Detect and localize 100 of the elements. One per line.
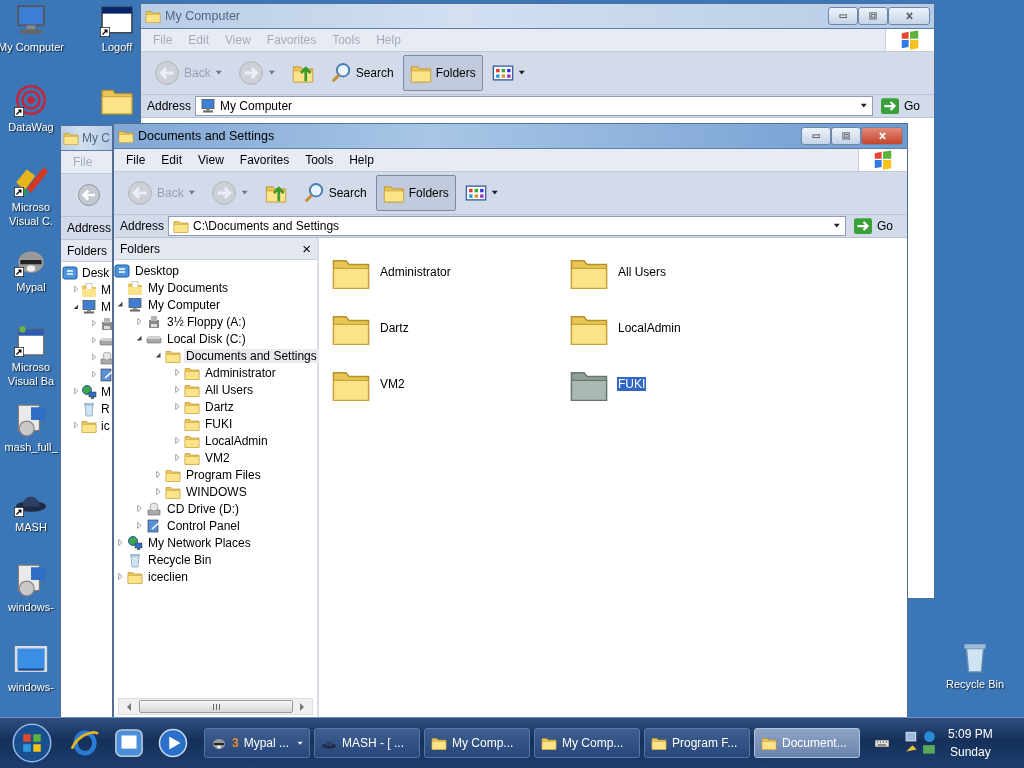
icon-label[interactable]: DataWag	[8, 120, 54, 134]
expand-arrow-icon[interactable]	[175, 403, 180, 410]
computer-icon	[200, 98, 217, 114]
tree-item[interactable]: M	[99, 384, 112, 399]
tree-item[interactable]: Dartz	[203, 399, 236, 414]
folder-label[interactable]: Dartz	[379, 321, 410, 335]
tree-item[interactable]: 3½ Floppy (A:)	[165, 314, 248, 329]
expand-arrow-icon[interactable]	[137, 318, 142, 325]
folder-label[interactable]: All Users	[617, 265, 667, 279]
expand-arrow-icon[interactable]	[156, 488, 161, 495]
tree-item[interactable]: Documents and Settings	[184, 348, 319, 363]
horizontal-scrollbar[interactable]	[118, 698, 313, 715]
icon-label[interactable]: Mypal	[16, 280, 46, 294]
expand-arrow-icon[interactable]	[137, 522, 142, 529]
taskbar-button[interactable]: My Comp...	[424, 728, 530, 758]
folder-label[interactable]: FUKI	[617, 377, 647, 391]
tree-item[interactable]: FUKI	[203, 416, 235, 431]
tree-item[interactable]: Local Disk (C:)	[165, 331, 248, 346]
tree-item[interactable]: Desktop	[133, 263, 182, 278]
expand-arrow-icon[interactable]	[73, 422, 79, 429]
clock-day[interactable]: Sunday	[950, 745, 991, 759]
collapse-arrow-icon[interactable]	[117, 301, 124, 308]
expand-arrow-icon[interactable]	[73, 286, 79, 293]
folders-button[interactable]: Folders	[375, 175, 456, 211]
tree-item[interactable]: M	[99, 299, 112, 314]
address-field[interactable]: My Computer	[195, 96, 873, 116]
expand-arrow-icon[interactable]	[91, 354, 97, 361]
maximize-button[interactable]	[831, 127, 861, 145]
folder-label[interactable]: VM2	[379, 377, 406, 391]
target-icon[interactable]	[14, 83, 48, 117]
expand-arrow-icon[interactable]	[91, 371, 97, 378]
scroll-thumb[interactable]	[139, 700, 293, 713]
expand-arrow-icon[interactable]	[91, 337, 97, 344]
expand-arrow-icon[interactable]	[175, 386, 180, 393]
tree-item[interactable]: My Network Places	[146, 535, 253, 550]
expand-arrow-icon[interactable]	[175, 437, 180, 444]
tree-item[interactable]: Control Panel	[165, 518, 242, 533]
close-button[interactable]: ×	[296, 241, 317, 256]
search-button[interactable]: Search	[322, 55, 401, 91]
go-button[interactable]: Go	[850, 217, 907, 235]
icon-label[interactable]: Recycle Bin	[945, 677, 1005, 691]
expand-arrow-icon[interactable]	[175, 369, 180, 376]
minimize-button[interactable]	[801, 127, 831, 145]
expand-arrow-icon[interactable]	[118, 539, 123, 546]
collapse-arrow-icon[interactable]	[155, 352, 162, 359]
menu-item[interactable]: Edit	[153, 153, 191, 167]
expand-arrow-icon[interactable]	[73, 388, 79, 395]
tree-item[interactable]: My Documents	[146, 280, 231, 295]
tree-item[interactable]: LocalAdmin	[203, 433, 270, 448]
tree-item[interactable]: VM2	[203, 450, 232, 465]
menu-item[interactable]: Tools	[297, 153, 342, 167]
tree-item[interactable]: M	[99, 282, 112, 297]
collapse-arrow-icon[interactable]	[136, 335, 143, 342]
expand-arrow-icon[interactable]	[175, 454, 180, 461]
icon-label[interactable]: Logoff	[101, 40, 133, 54]
icon-label[interactable]: Microso Visual Ba	[3, 360, 59, 388]
tray-icons-drawing[interactable]	[904, 730, 938, 756]
tree-item[interactable]: All Users	[203, 382, 255, 397]
browser-icon[interactable]	[70, 728, 100, 758]
tree-item[interactable]: Administrator	[203, 365, 278, 380]
menu-item[interactable]: View	[190, 153, 232, 167]
tree-item[interactable]: WINDOWS	[184, 484, 249, 499]
menu-item[interactable]: Help	[341, 153, 382, 167]
computer-icon[interactable]	[14, 3, 48, 37]
play-icon[interactable]	[158, 728, 188, 758]
close-button[interactable]	[861, 127, 903, 145]
expand-arrow-icon[interactable]	[156, 471, 161, 478]
icon-label[interactable]: Microso Visual C.	[3, 200, 59, 228]
expand-arrow-icon[interactable]	[118, 573, 123, 580]
go-button[interactable]: Go	[877, 97, 934, 115]
address-field[interactable]: C:\Documents and Settings	[168, 216, 846, 236]
clock-time[interactable]: 5:09 PM	[948, 727, 993, 741]
window-switch-icon[interactable]	[114, 728, 144, 758]
taskbar-button[interactable]: MASH - [ ...	[314, 728, 420, 758]
tree-item[interactable]: Recycle Bin	[146, 552, 214, 567]
tree-item[interactable]: Desk	[80, 265, 112, 280]
menu-item[interactable]: Favorites	[231, 153, 298, 167]
tree-item[interactable]: My Computer	[146, 297, 223, 312]
icon-label[interactable]: windows-	[8, 600, 54, 614]
icon-label[interactable]: windows-	[8, 680, 54, 694]
folders-button[interactable]: Folders	[402, 55, 483, 91]
folder-label[interactable]: Administrator	[379, 265, 452, 279]
folder-label[interactable]: LocalAdmin	[617, 321, 682, 335]
tree-item[interactable]: R	[99, 401, 112, 416]
shortcut-arrow-icon	[14, 187, 24, 197]
taskbar-button[interactable]: Program F...	[644, 728, 750, 758]
icon-label[interactable]: MASH	[15, 520, 47, 534]
taskbar-button[interactable]: 3 Mypal ...	[204, 728, 310, 758]
collapse-arrow-icon[interactable]	[73, 303, 79, 310]
tree-item[interactable]: Program Files	[184, 467, 263, 482]
icon-label[interactable]: mash_full_	[4, 440, 58, 454]
search-button[interactable]: Search	[295, 175, 374, 211]
taskbar-button[interactable]: My Comp...	[534, 728, 640, 758]
expand-arrow-icon[interactable]	[137, 505, 142, 512]
title-bar[interactable]: Documents and Settings	[114, 124, 907, 149]
tree-item[interactable]: ic	[99, 418, 112, 433]
expand-arrow-icon[interactable]	[91, 320, 97, 327]
tree-item[interactable]: iceclien	[146, 569, 191, 584]
tree-item[interactable]: CD Drive (D:)	[165, 501, 241, 516]
menu-item[interactable]: File	[118, 153, 154, 167]
